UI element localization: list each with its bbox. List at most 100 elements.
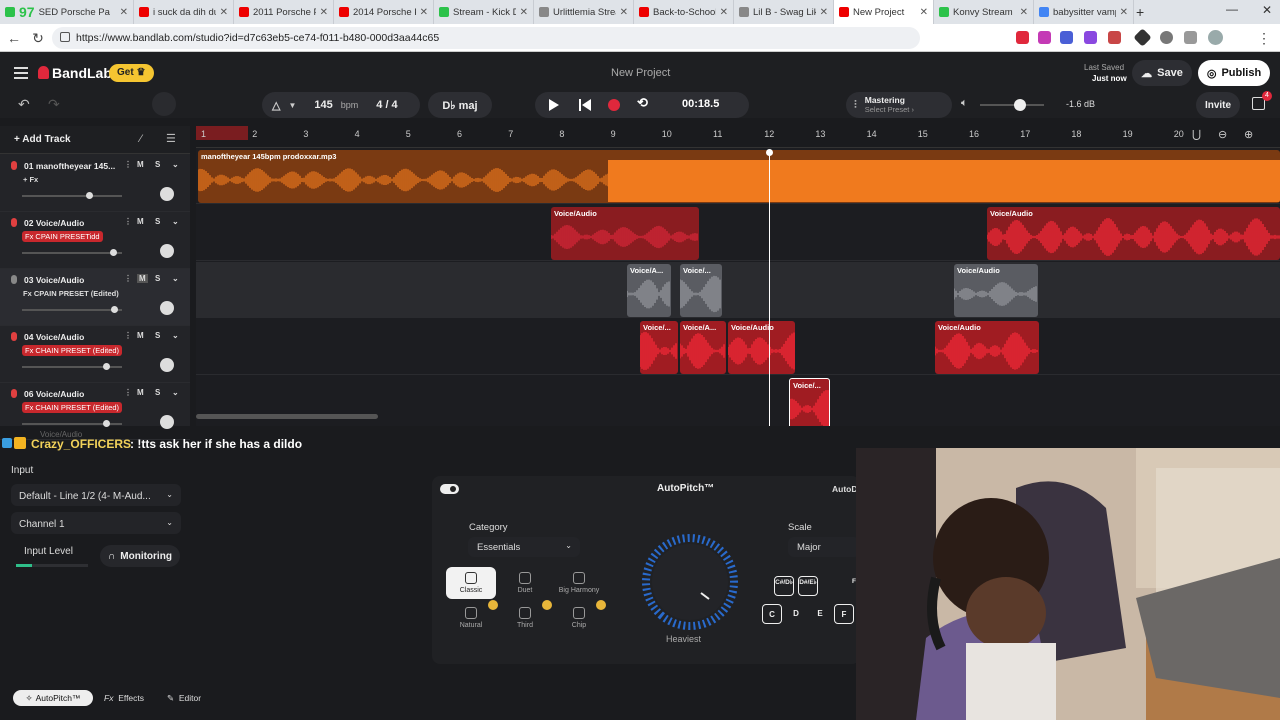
tab-close-icon[interactable]: ✕ (120, 7, 128, 18)
pan-knob[interactable] (160, 244, 174, 258)
mute-button[interactable]: M (137, 217, 144, 226)
chevron-down-icon[interactable]: ⌄ (172, 217, 179, 226)
scale-key[interactable]: F (834, 604, 854, 624)
chevron-down-icon[interactable]: ⌄ (172, 388, 179, 397)
zoom-out-icon[interactable]: ⊖ (1218, 128, 1227, 141)
browser-tab[interactable]: Back-to-School ✕ (634, 0, 734, 24)
back-icon[interactable]: ← (6, 30, 22, 46)
key-selector[interactable]: D♭ maj (428, 92, 492, 118)
audio-clip[interactable]: Voice/... (640, 321, 678, 374)
tab-close-icon[interactable]: ✕ (1120, 7, 1128, 18)
profile-avatar[interactable] (1208, 30, 1223, 45)
solo-button[interactable]: S (155, 331, 160, 340)
pan-knob[interactable] (160, 301, 174, 315)
volume-knob[interactable] (1014, 99, 1026, 111)
fx-chain-button[interactable]: Fx CHAIN PRESET (Edited) (22, 345, 123, 356)
skip-back-icon[interactable] (579, 99, 581, 111)
browser-tab-active[interactable]: New Project ✕ (834, 0, 934, 24)
reload-icon[interactable]: ↻ (30, 30, 46, 46)
tab-editor[interactable]: ✎ Editor (167, 693, 201, 704)
puzzle-icon[interactable] (1160, 31, 1173, 44)
browser-tab[interactable]: babysitter vamp ✕ (1034, 0, 1134, 24)
fx-chain-button[interactable]: Fx CHAIN PRESET (Edited) (22, 402, 123, 413)
twitch-icon[interactable] (1084, 31, 1097, 44)
track-lane[interactable] (196, 262, 1280, 318)
track-volume-slider[interactable] (22, 363, 122, 370)
browser-tab[interactable]: 97 SED Porsche Pa ✕ (0, 0, 134, 24)
tempo-control[interactable]: △ ▼ 145 bpm 4 / 4 (262, 92, 420, 118)
menu-icon[interactable]: ⋮ (1256, 30, 1272, 46)
input-device-select[interactable]: Default - Line 1/2 (4- M-Aud... ⌄ (11, 484, 181, 506)
track-name[interactable]: 01 manoftheyear 145... (24, 161, 115, 171)
tab-effects[interactable]: Fx Effects (104, 693, 144, 703)
layout-toggle-button[interactable] (152, 92, 176, 116)
playhead[interactable] (769, 152, 770, 426)
site-info-icon[interactable] (60, 32, 70, 42)
get-membership-button[interactable]: Get ♛ (109, 64, 154, 82)
tab-close-icon[interactable]: ✕ (1020, 7, 1028, 18)
play-icon[interactable] (549, 99, 559, 111)
redo-icon[interactable]: ↷ (48, 96, 60, 113)
solo-button[interactable]: S (155, 217, 160, 226)
browser-tab[interactable]: 2014 Porsche Pa ✕ (334, 0, 434, 24)
pan-knob[interactable] (160, 187, 174, 201)
fx-chain-button[interactable]: + Fx (20, 174, 41, 185)
undo-icon[interactable]: ↶ (18, 96, 30, 113)
mic-icon[interactable] (11, 161, 17, 170)
add-track-button[interactable]: + Add Track (14, 134, 71, 145)
category-select[interactable]: Essentials ⌄ (468, 537, 580, 557)
pan-knob[interactable] (160, 415, 174, 429)
track-menu-icon[interactable]: ⋮ (124, 388, 132, 397)
new-tab-button[interactable]: + (1136, 4, 1144, 20)
time-signature[interactable]: 4 / 4 (376, 99, 397, 111)
zoom-in-icon[interactable]: ⊕ (1244, 128, 1253, 141)
browser-tab[interactable]: Lil B - Swag Like ✕ (734, 0, 834, 24)
audio-clip[interactable]: Voice/A... (627, 264, 671, 317)
monitoring-button[interactable]: ∩ Monitoring (100, 545, 180, 567)
scale-key[interactable]: D (786, 604, 806, 624)
volume-knob[interactable] (110, 249, 117, 256)
project-title[interactable]: New Project (611, 67, 670, 79)
audio-clip[interactable]: Voice/Audio (935, 321, 1039, 374)
mute-button[interactable]: M (137, 331, 144, 340)
extension-icon[interactable] (1038, 31, 1051, 44)
tab-close-icon[interactable]: ✕ (420, 7, 428, 18)
mic-icon[interactable] (11, 332, 17, 341)
chevron-down-icon[interactable]: ▼ (288, 101, 296, 110)
fx-chain-button[interactable]: Fx CPAIN PRESETidd (22, 231, 103, 242)
extension-icon[interactable] (1060, 31, 1073, 44)
tab-close-icon[interactable]: ✕ (220, 7, 228, 18)
playhead-handle[interactable] (766, 149, 773, 156)
minimize-icon[interactable]: — (1226, 2, 1238, 16)
extension-icon[interactable] (1133, 28, 1152, 47)
scale-key[interactable]: D#/E♭ (798, 576, 818, 596)
mic-icon[interactable] (11, 389, 17, 398)
save-button[interactable]: ☁ Save (1132, 60, 1192, 86)
arrangement-timeline[interactable]: 1 2 3 4 5 6 7 8 9 10 11 12 13 14 15 16 17 18 19 20 manofthe… (196, 126, 1280, 426)
fx-chain-button[interactable]: Fx CPAIN PRESET (Edited) (20, 288, 122, 299)
timeline-ruler[interactable]: 1 2 3 4 5 6 7 8 9 10 11 12 13 14 15 16 17 18 19 20 (196, 126, 1280, 148)
track-header[interactable]: 02 Voice/Audio Fx CPAIN PRESETidd ⋮ M S ⌄ (0, 212, 190, 269)
tab-close-icon[interactable]: ✕ (320, 7, 328, 18)
browser-tab[interactable]: Konvy Stream ✕ (934, 0, 1034, 24)
track-menu-icon[interactable]: ⋮ (124, 331, 132, 340)
track-volume-slider[interactable] (22, 420, 122, 427)
volume-knob[interactable] (103, 420, 110, 427)
volume-knob[interactable] (103, 363, 110, 370)
browser-tab[interactable]: Urlittlemia Strea ✕ (534, 0, 634, 24)
tab-close-icon[interactable]: ✕ (520, 7, 528, 18)
magnet-icon[interactable]: ⋃ (1192, 128, 1201, 141)
track-header[interactable]: 03 Voice/Audio Fx CPAIN PRESET (Edited) ⋮ M… (0, 269, 190, 326)
autopitch-dial[interactable] (634, 526, 746, 638)
loop-icon[interactable]: ⟲ (637, 95, 648, 111)
hamburger-icon[interactable] (14, 67, 28, 69)
scale-key[interactable]: C#/D♭ (774, 576, 794, 596)
solo-button[interactable]: S (155, 274, 160, 283)
track-header[interactable]: 06 Voice/Audio Fx CHAIN PRESET (Edited) ⋮ M… (0, 383, 190, 440)
record-icon[interactable] (608, 99, 620, 111)
track-menu-icon[interactable]: ⋮ (124, 274, 132, 283)
scale-key[interactable]: E (810, 604, 830, 624)
track-header[interactable]: 04 Voice/Audio Fx CHAIN PRESET (Edited) ⋮ M… (0, 326, 190, 383)
audio-clip[interactable]: Voice/Audio (987, 207, 1280, 260)
speaker-icon[interactable]: 🔈︎ (961, 97, 968, 110)
